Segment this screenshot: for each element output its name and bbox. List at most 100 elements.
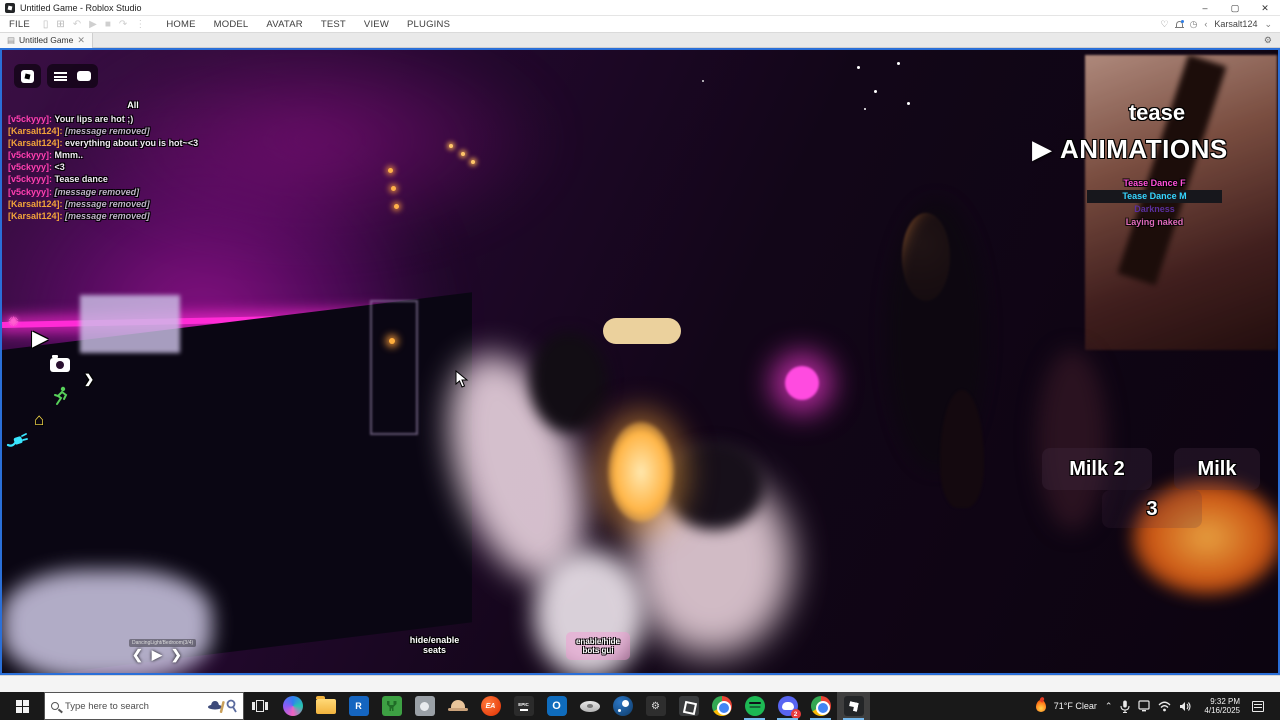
plug-button[interactable] (6, 432, 28, 453)
milk-2-button[interactable]: Milk 2 (1042, 448, 1152, 490)
tab-close-icon[interactable]: ✕ (77, 35, 85, 46)
weather-icon[interactable] (1036, 700, 1046, 712)
taskbar-app-epic-games[interactable]: EPIC (507, 692, 540, 720)
taskbar-app-spotify[interactable] (738, 692, 771, 720)
taskbar-app-disc[interactable] (573, 692, 606, 720)
share-icon[interactable]: ‹ (1204, 19, 1207, 29)
animation-item-selected[interactable]: Tease Dance M (1087, 190, 1222, 203)
menu-avatar[interactable]: AVATAR (257, 16, 311, 32)
play-emote-button[interactable]: ▶ (32, 326, 48, 351)
account-caret-icon[interactable]: ⌄ (1264, 19, 1272, 30)
heart-icon[interactable]: ♡ (1160, 19, 1168, 30)
taskbar-app-minecraft[interactable] (375, 692, 408, 720)
animation-item[interactable]: Laying naked (1087, 216, 1222, 229)
minimize-button[interactable]: – (1190, 0, 1220, 16)
taskbar-app-chrome-2[interactable] (804, 692, 837, 720)
device-tray-icon[interactable] (1138, 700, 1150, 712)
animations-play-icon[interactable]: ▶ (1032, 134, 1052, 165)
minecraft-icon (382, 696, 402, 716)
hidden-icons-chevron[interactable]: ⌃ (1105, 701, 1113, 712)
task-view-button[interactable] (244, 692, 276, 720)
action-center-icon[interactable] (1252, 701, 1264, 712)
redo-icon[interactable]: ↷ (115, 19, 131, 30)
home-button[interactable]: ⌂ (34, 410, 44, 430)
game-viewport[interactable]: All [v5ckyyy]: Your lips are hot ;) [Kar… (0, 48, 1280, 675)
enable-hide-bots-gui-button[interactable]: enable/hide bots gui (566, 632, 630, 660)
menu-plugins[interactable]: PLUGINS (398, 16, 459, 32)
taskbar-app-outlook[interactable]: O (540, 692, 573, 720)
next-icon[interactable]: ❯ (171, 647, 182, 663)
chat-message-list[interactable]: [v5ckyyy]: Your lips are hot ;) [Karsalt… (8, 113, 448, 222)
animation-search-query[interactable]: tease (1092, 100, 1222, 126)
taskbar-app-hat[interactable] (441, 692, 474, 720)
taskbar-app-steam[interactable] (606, 692, 639, 720)
light-media-controls[interactable]: ❮ ▶ ❯ (132, 647, 182, 663)
prev-icon[interactable]: ❮ (132, 647, 143, 663)
stop-icon[interactable]: ■ (101, 19, 115, 30)
new-file-icon[interactable]: ▯ (39, 19, 53, 30)
microphone-tray-icon[interactable] (1120, 700, 1130, 713)
roblox-studio-icon (844, 696, 864, 716)
taskbar-app-gray[interactable] (408, 692, 441, 720)
taskbar-app-r[interactable]: R (342, 692, 375, 720)
animation-item[interactable]: Darkness (1087, 203, 1222, 216)
play-icon[interactable]: ▶ (152, 647, 162, 663)
taskbar-app-roblox-studio[interactable] (837, 692, 870, 720)
taskbar-app-file-explorer[interactable] (309, 692, 342, 720)
hamburger-menu-icon[interactable] (54, 72, 67, 81)
menu-home[interactable]: HOME (157, 16, 204, 32)
more-icon[interactable]: ⋮ (131, 19, 149, 30)
chat-channel-tab[interactable]: All (98, 100, 168, 110)
menu-view[interactable]: VIEW (355, 16, 398, 32)
sparkle-emote-icon[interactable]: ✺ (8, 314, 19, 330)
camera-button[interactable] (50, 358, 70, 372)
menu-file[interactable]: FILE (0, 16, 39, 32)
discord-badge: 2 (791, 709, 801, 719)
run-toggle-button[interactable] (52, 386, 70, 411)
account-name[interactable]: Karsalt124 (1214, 19, 1257, 29)
chat-toggle-icon[interactable] (77, 71, 91, 81)
start-button[interactable] (0, 692, 44, 720)
light-preset-label: DancingLight/Bedroom(3/4) (129, 639, 196, 647)
chat-text: <3 (55, 162, 65, 172)
play-test-icon[interactable]: ▶ (85, 19, 101, 30)
close-button[interactable]: ✕ (1250, 0, 1280, 16)
taskbar-search[interactable]: Type here to search (44, 692, 244, 720)
chat-username: [Karsalt124]: (8, 138, 63, 148)
taskbar-app-copilot[interactable] (276, 692, 309, 720)
roblox-studio-window: Untitled Game - Roblox Studio – ▢ ✕ FILE… (0, 0, 1280, 720)
string-light (449, 144, 453, 148)
animation-list[interactable]: Tease Dance F Tease Dance M Darkness Lay… (1087, 177, 1222, 229)
open-file-icon[interactable]: ⊞ (52, 19, 68, 30)
steam-icon (613, 696, 633, 716)
hide-enable-seats-button[interactable]: hide/enable seats (382, 635, 487, 655)
taskbar-app-steamvr[interactable]: ⚙ (639, 692, 672, 720)
chat-username: [Karsalt124]: (8, 211, 63, 221)
history-clock-icon[interactable]: ◷ (1190, 19, 1198, 30)
taskbar-app-discord[interactable]: 2 (771, 692, 804, 720)
milk-3-button[interactable]: 3 (1102, 490, 1202, 528)
chat-username: [v5ckyyy]: (8, 114, 52, 124)
tab-settings-gear-icon[interactable]: ⚙ (1264, 35, 1280, 46)
weather-text[interactable]: 71°F Clear (1054, 701, 1097, 711)
volume-tray-icon[interactable] (1179, 701, 1192, 712)
maximize-button[interactable]: ▢ (1220, 0, 1250, 16)
milk-button[interactable]: Milk (1174, 448, 1260, 490)
expand-chevron-button[interactable]: ❯ (84, 372, 94, 386)
notifications-bell-icon[interactable] (1176, 21, 1183, 27)
tab-untitled-game[interactable]: ▤ Untitled Game ✕ (0, 33, 93, 48)
wifi-tray-icon[interactable] (1158, 701, 1171, 712)
chat-message: [Karsalt124]: everything about you is ho… (8, 137, 448, 149)
roblox-icon (21, 70, 34, 83)
undo-icon[interactable]: ↶ (69, 19, 85, 30)
taskbar-app-ea[interactable]: EA (474, 692, 507, 720)
menu-model[interactable]: MODEL (205, 16, 258, 32)
spotify-icon (745, 696, 765, 716)
chat-message: [v5ckyyy]: Tease dance (8, 173, 448, 185)
animation-item[interactable]: Tease Dance F (1087, 177, 1222, 190)
roblox-menu-button[interactable] (14, 64, 41, 88)
menu-test[interactable]: TEST (312, 16, 355, 32)
taskbar-clock[interactable]: 9:32 PM 4/16/2025 (1200, 697, 1244, 715)
taskbar-app-roblox[interactable] (672, 692, 705, 720)
taskbar-app-chrome[interactable] (705, 692, 738, 720)
